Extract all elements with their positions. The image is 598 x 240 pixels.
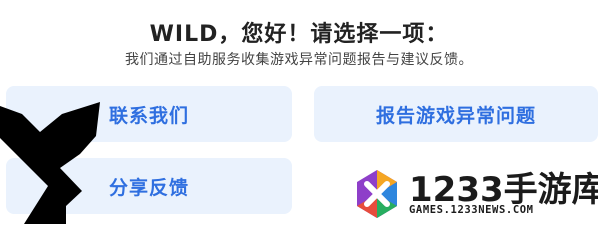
- pointer-arrow-icon: [0, 102, 100, 224]
- report-issue-label: 报告游戏异常问题: [375, 104, 536, 127]
- watermark-url: GAMES.1233NEWS.COM: [409, 204, 534, 216]
- contact-us-label: 联系我们: [108, 104, 189, 127]
- page-title: WILD，您好！请选择一项：: [149, 22, 449, 47]
- page-subtitle: 我们通过自助服务收集游戏异常问题报告与建议反馈。: [125, 52, 473, 68]
- watermark: 1233手游库 GAMES.1233NEWS.COM: [345, 158, 598, 224]
- brand-logo-icon: [357, 170, 397, 218]
- share-feedback-label: 分享反馈: [108, 176, 189, 199]
- report-issue-button[interactable]: 报告游戏异常问题: [314, 86, 598, 142]
